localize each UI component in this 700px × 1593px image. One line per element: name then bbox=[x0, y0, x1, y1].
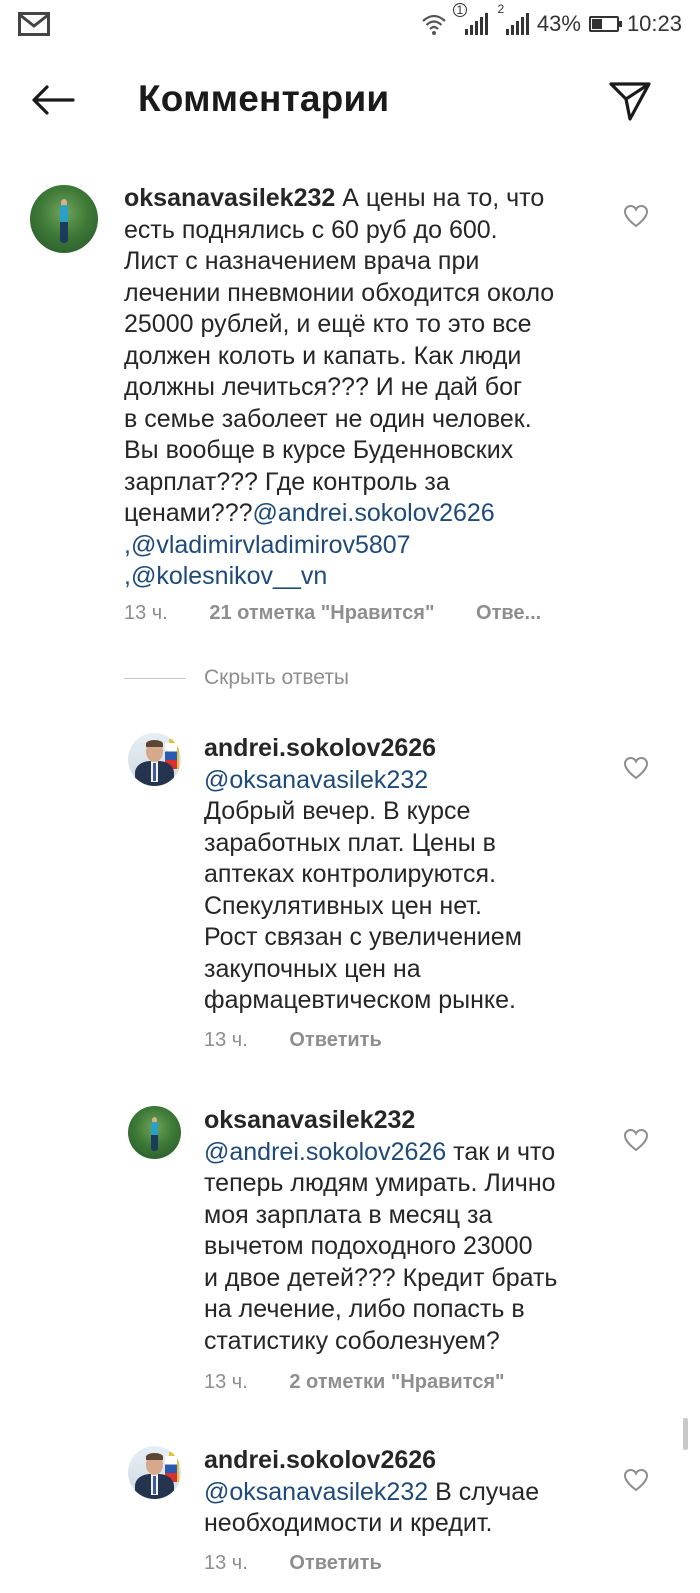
comment-time: 13 ч. bbox=[204, 1029, 248, 1051]
hide-replies-toggle[interactable]: Скрыть ответы bbox=[124, 666, 349, 690]
comment-meta: 13 ч. Ответить bbox=[204, 1029, 418, 1052]
heart-icon[interactable] bbox=[623, 1128, 649, 1152]
header: Комментарии bbox=[0, 62, 700, 138]
comment-meta: 13 ч. 21 отметка "Нравится" Отве... bbox=[124, 602, 577, 625]
heart-icon[interactable] bbox=[623, 204, 649, 228]
comment-line: заработных плат. Цены в bbox=[204, 828, 496, 857]
comment-line: на лечение, либо попасть в bbox=[204, 1295, 525, 1323]
reply-button[interactable]: Отве... bbox=[476, 602, 541, 624]
hide-replies-label: Скрыть ответы bbox=[204, 666, 349, 689]
comment-line: статистику соболезнуем? bbox=[204, 1326, 500, 1355]
sim1-signal: 1 bbox=[452, 3, 488, 35]
avatar[interactable] bbox=[128, 1446, 181, 1499]
comment-line: А цены на то, что bbox=[342, 184, 545, 212]
comment-line: лечении пневмонии обходится около bbox=[124, 278, 555, 307]
send-icon bbox=[609, 82, 651, 121]
comment-line: фармацевтическом рынке. bbox=[204, 986, 516, 1014]
mention-link[interactable]: ,@kolesnikov__vn bbox=[124, 562, 327, 590]
comment-line: так и что bbox=[453, 1137, 556, 1166]
comment-line: есть поднялись с 60 руб до 600. bbox=[124, 215, 498, 244]
sim2-signal: 2 bbox=[496, 3, 529, 35]
reply-button[interactable]: Ответить bbox=[289, 1029, 381, 1051]
comment-line: аптеках контролируются. bbox=[204, 860, 497, 888]
comment-line: моя зарплата в месяц за bbox=[204, 1200, 493, 1229]
comments-screen: 1 2 43% 10:23 Комментарии oksanavasilek2… bbox=[0, 0, 700, 1593]
likes-count[interactable]: 21 отметка "Нравится" bbox=[209, 602, 434, 624]
comment-meta: 13 ч. Ответить bbox=[204, 1552, 418, 1575]
comment-time: 13 ч. bbox=[204, 1371, 248, 1393]
mail-icon bbox=[18, 12, 50, 36]
clock: 10:23 bbox=[626, 11, 682, 36]
sim2-label: 2 bbox=[497, 2, 505, 16]
comment-line: зарплат??? Где контроль за bbox=[124, 467, 450, 496]
comment-line: 25000 рублей, и ещё кто то это все bbox=[124, 310, 532, 338]
comment-time: 13 ч. bbox=[124, 602, 168, 624]
comment-line: ценами??? bbox=[124, 499, 253, 527]
heart-icon[interactable] bbox=[623, 1468, 649, 1492]
battery-icon bbox=[588, 16, 622, 32]
comment-time: 13 ч. bbox=[204, 1552, 248, 1574]
mention-link[interactable]: @andrei.sokolov2626 bbox=[253, 499, 495, 527]
comment-text: andrei.sokolov2626 @oksanavasilek232 Доб… bbox=[204, 733, 604, 1017]
battery-percent: 43% bbox=[536, 11, 581, 36]
heart-icon[interactable] bbox=[623, 756, 649, 780]
mention-link[interactable]: @andrei.sokolov2626 bbox=[204, 1138, 446, 1166]
wifi-icon bbox=[422, 14, 446, 35]
comment-line: закупочных цен на bbox=[204, 954, 421, 983]
comment-line: В случае bbox=[435, 1477, 540, 1506]
comment-line: необходимости и кредит. bbox=[204, 1509, 493, 1537]
likes-count[interactable]: 2 отметки "Нравится" bbox=[289, 1371, 504, 1393]
comment-line: и двое детей??? Кредит брать bbox=[204, 1263, 558, 1292]
comment-text: oksanavasilek232 А цены на то, что есть … bbox=[124, 183, 614, 593]
sim1-label: 1 bbox=[452, 3, 467, 17]
comment-line: Спекулятивных цен нет. bbox=[204, 891, 482, 920]
comment-username[interactable]: andrei.sokolov2626 bbox=[204, 733, 604, 765]
status-bar: 1 2 43% 10:23 bbox=[0, 0, 700, 48]
page-title: Комментарии bbox=[138, 78, 390, 119]
comment-line: Рост связан с увеличением bbox=[204, 923, 522, 951]
comment-line: Лист с назначением врача при bbox=[124, 247, 480, 275]
comment-username[interactable]: oksanavasilek232 bbox=[204, 1105, 604, 1137]
battery-fill bbox=[591, 19, 602, 29]
reply-button[interactable]: Ответить bbox=[289, 1552, 381, 1574]
divider bbox=[124, 677, 186, 679]
avatar[interactable] bbox=[30, 185, 98, 253]
comment-line: должен колоть и капать. Как люди bbox=[124, 341, 522, 370]
avatar[interactable] bbox=[128, 733, 181, 786]
avatar[interactable] bbox=[128, 1106, 181, 1159]
comment-line: Вы вообще в курсе Буденновских bbox=[124, 436, 514, 464]
back-button[interactable] bbox=[28, 78, 78, 122]
comment-line: в семье заболеет не один человек. bbox=[124, 404, 532, 433]
mention-link[interactable]: ,@vladimirvladimirov5807 bbox=[124, 531, 411, 559]
mention-link[interactable]: @oksanavasilek232 bbox=[204, 765, 604, 797]
comment-text: andrei.sokolov2626 @oksanavasilek232 В с… bbox=[204, 1445, 604, 1540]
comment-username[interactable]: oksanavasilek232 bbox=[124, 184, 335, 212]
comment-meta: 13 ч. 2 отметки "Нравится" bbox=[204, 1371, 541, 1394]
comment-line: должны лечиться??? И не дай бог bbox=[124, 373, 523, 401]
comment-username[interactable]: andrei.sokolov2626 bbox=[204, 1445, 604, 1477]
comment-line: вычетом подоходного 23000 bbox=[204, 1232, 533, 1260]
back-arrow-icon bbox=[32, 85, 75, 115]
scrollbar[interactable] bbox=[683, 1418, 688, 1450]
mention-link[interactable]: @oksanavasilek232 bbox=[204, 1478, 428, 1506]
comment-line: теперь людям умирать. Лично bbox=[204, 1169, 556, 1197]
share-button[interactable] bbox=[605, 76, 655, 126]
comment-text: oksanavasilek232 @andrei.sokolov2626 так… bbox=[204, 1105, 604, 1357]
comment-line: Добрый вечер. В курсе bbox=[204, 797, 471, 825]
